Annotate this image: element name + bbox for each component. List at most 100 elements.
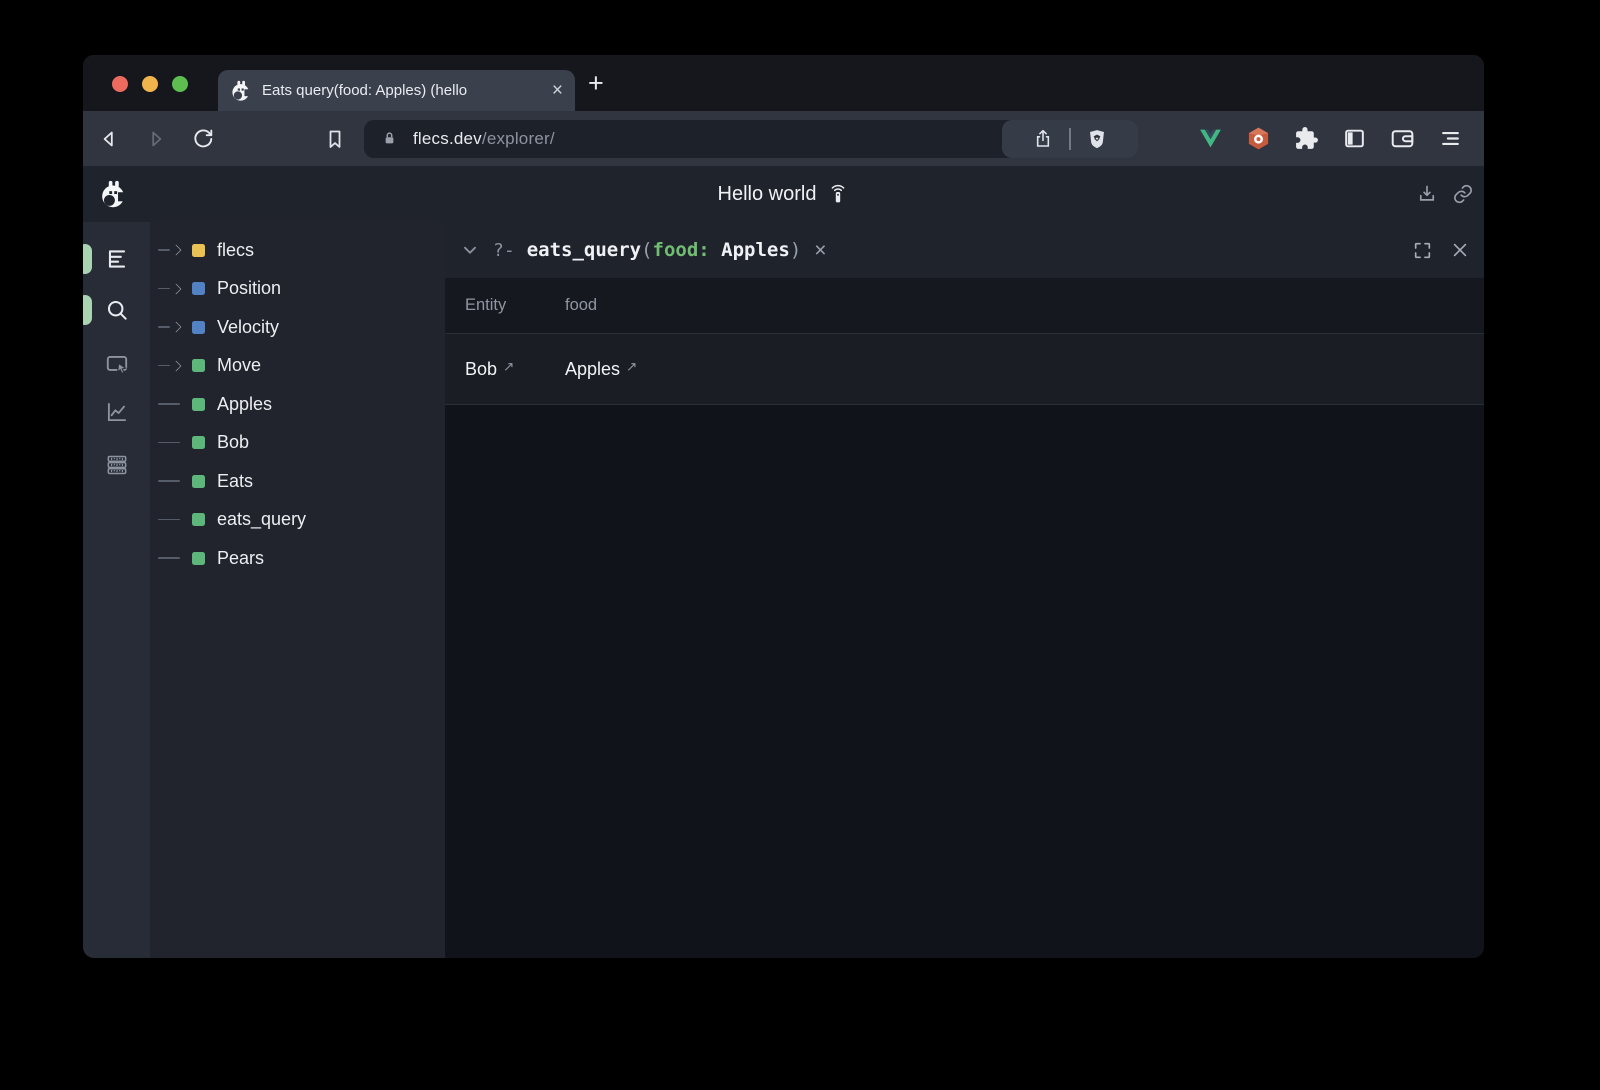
leaf-connector (158, 473, 184, 489)
entity-color-swatch (192, 359, 205, 372)
tree-item-flecs[interactable]: flecs (150, 231, 445, 270)
url-path: /explorer/ (482, 129, 555, 148)
brave-shield-icon[interactable] (1086, 128, 1108, 150)
tree-item-eats[interactable]: Eats (150, 462, 445, 501)
query-color-swatch (192, 513, 205, 526)
bookmark-icon[interactable] (323, 127, 347, 151)
expand-arrow-icon[interactable] (158, 242, 184, 258)
back-icon[interactable] (97, 127, 121, 151)
query-param: food: (653, 239, 722, 261)
header-actions (1416, 166, 1474, 222)
tree-item-pears[interactable]: Pears (150, 539, 445, 578)
lock-icon (379, 128, 400, 149)
extensions-area (1198, 126, 1463, 151)
inspector-icon[interactable] (104, 351, 130, 377)
app-header: Hello world (83, 166, 1484, 222)
search-icon[interactable] (104, 297, 130, 323)
leaf-connector (158, 550, 184, 566)
remote-connection-icon[interactable] (827, 182, 849, 206)
world-title: Hello world (718, 183, 817, 206)
tree-view-icon[interactable] (104, 246, 130, 272)
query-prompt: ?- (493, 240, 515, 261)
sidebar-toggle-icon[interactable] (1342, 126, 1367, 151)
tree-item-label: Apples (217, 394, 272, 415)
data-tables-icon[interactable] (104, 452, 130, 478)
tab-title: Eats query(food: Apples) (hello (262, 82, 544, 99)
stats-chart-icon[interactable] (104, 399, 130, 425)
component-color-swatch (192, 282, 205, 295)
entity-tree: flecs Position Velocity Move Apples (150, 222, 445, 958)
entity-color-swatch (192, 475, 205, 488)
fullscreen-icon[interactable] (1412, 240, 1433, 261)
expand-arrow-icon[interactable] (158, 358, 184, 374)
reload-icon[interactable] (191, 127, 215, 151)
close-panel-icon[interactable] (1450, 240, 1470, 260)
results-table-header: Entity food (445, 278, 1484, 334)
tree-item-label: Move (217, 355, 261, 376)
leaf-connector (158, 396, 184, 412)
results-table-row: Bob↗ Apples↗ (445, 334, 1484, 405)
hexagon-extension-icon[interactable] (1246, 126, 1271, 151)
collapse-chevron-icon[interactable] (459, 239, 481, 261)
expand-arrow-icon[interactable] (158, 319, 184, 335)
query-value: Apples (721, 239, 790, 261)
tab-bar: Eats query(food: Apples) (hello × + (83, 55, 1484, 111)
entity-color-swatch (192, 552, 205, 565)
module-color-swatch (192, 244, 205, 257)
component-color-swatch (192, 321, 205, 334)
goto-entity-icon: ↗ (503, 359, 514, 374)
tree-item-label: eats_query (217, 509, 306, 530)
query-panel: ?- eats_query(food: Apples) × Entity foo… (445, 222, 1484, 958)
entity-link-apples[interactable]: Apples↗ (565, 359, 665, 380)
tree-item-label: Pears (217, 548, 264, 569)
browser-tab[interactable]: Eats query(food: Apples) (hello × (218, 70, 575, 111)
close-window-button[interactable] (112, 76, 128, 92)
tree-item-label: Eats (217, 471, 253, 492)
query-expression: eats_query(food: Apples) (527, 239, 802, 261)
permalink-icon[interactable] (1452, 183, 1474, 205)
query-panel-header: ?- eats_query(food: Apples) × (445, 222, 1484, 278)
traffic-lights (112, 76, 188, 92)
tree-item-velocity[interactable]: Velocity (150, 308, 445, 347)
browser-window: Eats query(food: Apples) (hello × + flec… (83, 55, 1484, 958)
new-tab-button[interactable]: + (588, 68, 604, 98)
tree-item-label: Velocity (217, 317, 279, 338)
entity-color-swatch (192, 436, 205, 449)
query-clear-icon[interactable]: × (814, 240, 826, 261)
main-area: flecs Position Velocity Move Apples (83, 222, 1484, 958)
query-name: eats_query (527, 239, 641, 261)
minimize-window-button[interactable] (142, 76, 158, 92)
browser-menu-icon[interactable] (1438, 126, 1463, 151)
expand-arrow-icon[interactable] (158, 281, 184, 297)
tree-item-bob[interactable]: Bob (150, 424, 445, 463)
world-title-wrap: Hello world (83, 166, 1484, 222)
download-icon[interactable] (1416, 183, 1438, 205)
tree-item-eats-query[interactable]: eats_query (150, 501, 445, 540)
tree-active-indicator (83, 244, 92, 274)
leaf-connector (158, 512, 184, 528)
url-text: flecs.dev/explorer/ (413, 129, 555, 149)
address-bar[interactable]: flecs.dev/explorer/ (364, 120, 1138, 158)
vue-devtools-icon[interactable] (1198, 126, 1223, 151)
browser-toolbar: flecs.dev/explorer/ (83, 111, 1484, 166)
query-panel-controls (1412, 240, 1470, 261)
left-icon-rail (83, 222, 150, 958)
forward-icon[interactable] (144, 127, 168, 151)
wallet-icon[interactable] (1390, 126, 1415, 151)
flecs-favicon-icon (230, 80, 252, 102)
omnibox-actions (1002, 120, 1138, 158)
separator (1069, 128, 1071, 150)
entity-link-bob[interactable]: Bob↗ (465, 359, 565, 380)
tree-item-label: Bob (217, 432, 249, 453)
tree-item-label: Position (217, 278, 281, 299)
url-domain: flecs.dev (413, 129, 482, 148)
tree-item-move[interactable]: Move (150, 347, 445, 386)
share-icon[interactable] (1032, 128, 1054, 150)
tree-item-position[interactable]: Position (150, 270, 445, 309)
tree-item-apples[interactable]: Apples (150, 385, 445, 424)
column-header-food: food (565, 296, 665, 315)
extensions-puzzle-icon[interactable] (1294, 126, 1319, 151)
goto-entity-icon: ↗ (626, 359, 637, 374)
tab-close-icon[interactable]: × (552, 81, 563, 100)
fullscreen-window-button[interactable] (172, 76, 188, 92)
